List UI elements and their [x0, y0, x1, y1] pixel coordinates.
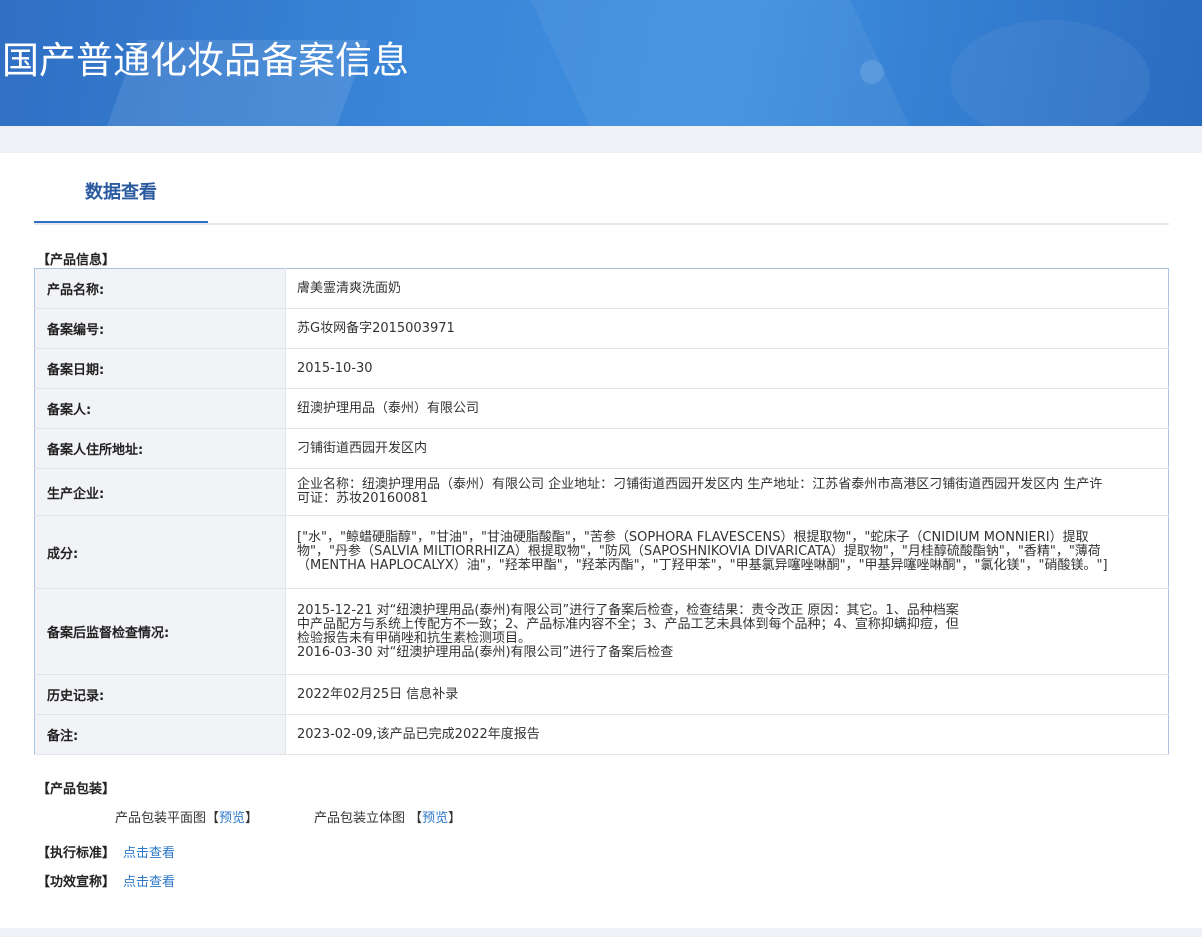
table-row: 备案人: 纽澳护理用品（泰州）有限公司 — [34, 388, 1169, 429]
packaging-flat-preview-link[interactable]: 预览 — [219, 811, 245, 826]
bracket: 】 — [245, 811, 259, 826]
product-info-table: 产品名称: 膚美霊清爽洗面奶 备案编号: 苏G妆网备字2015003971 备案… — [34, 268, 1169, 755]
page-title: 国产普通化妆品备案信息 — [2, 39, 409, 82]
row-key: 备注: — [34, 714, 286, 755]
packaging-flat-label: 产品包装平面图【 — [115, 811, 220, 826]
standard-row: 【执行标准】 点击查看 — [37, 842, 175, 861]
row-key: 备案后监督检查情况: — [34, 588, 286, 675]
packaging-title: 【产品包装】 — [37, 782, 116, 797]
row-value: 2023-02-09,该产品已完成2022年度报告 — [285, 714, 1169, 755]
row-key: 备案编号: — [34, 308, 286, 349]
tab-bar: 数据查看 — [34, 153, 1169, 225]
product-info-title: 【产品信息】 — [37, 253, 116, 268]
row-value: 纽澳护理用品（泰州）有限公司 — [285, 388, 1169, 429]
table-row: 备案日期: 2015-10-30 — [34, 348, 1169, 389]
packaging-solid: 产品包装立体图 【预览】 — [314, 807, 461, 826]
claims-label: 【功效宣称】 — [37, 875, 116, 890]
table-row: 产品名称: 膚美霊清爽洗面奶 — [34, 268, 1169, 309]
standard-view-link[interactable]: 点击查看 — [123, 846, 175, 861]
row-key: 历史记录: — [34, 674, 286, 715]
table-row: 生产企业: 企业名称：纽澳护理用品（泰州）有限公司 企业地址：刁铺街道西园开发区… — [34, 468, 1169, 516]
row-value: 2015-10-30 — [285, 348, 1169, 389]
row-key: 生产企业: — [34, 468, 286, 516]
inspection-line: 检验报告未有甲硝唑和抗生素检测项目。 — [297, 630, 532, 646]
row-key: 备案人: — [34, 388, 286, 429]
claims-view-link[interactable]: 点击查看 — [123, 875, 175, 890]
tab-data-view[interactable]: 数据查看 — [34, 153, 208, 223]
banner-decoration — [530, 0, 910, 126]
standard-label: 【执行标准】 — [37, 846, 116, 861]
row-value: 2015-12-21 对“纽澳护理用品(泰州)有限公司”进行了备案后检查，检查结… — [285, 588, 1169, 675]
packaging-solid-preview-link[interactable]: 预览 — [422, 811, 448, 826]
row-value: 苏G妆网备字2015003971 — [285, 308, 1169, 349]
inspection-line: 中产品配方与系统上传配方不一致；2、产品标准内容不全；3、产品工艺未具体到每个品… — [297, 616, 959, 632]
table-row: 备案编号: 苏G妆网备字2015003971 — [34, 308, 1169, 349]
table-row: 备案后监督检查情况: 2015-12-21 对“纽澳护理用品(泰州)有限公司”进… — [34, 588, 1169, 675]
row-key: 成分: — [34, 515, 286, 589]
inspection-line: 2016-03-30 对“纽澳护理用品(泰州)有限公司”进行了备案后检查 — [297, 644, 674, 660]
row-value: 2022年02月25日 信息补录 — [285, 674, 1169, 715]
row-key: 产品名称: — [34, 268, 286, 309]
content-panel: 数据查看 【产品信息】 产品名称: 膚美霊清爽洗面奶 备案编号: 苏G妆网备字2… — [0, 153, 1202, 928]
row-key: 备案人住所地址: — [34, 428, 286, 469]
claims-row: 【功效宣称】 点击查看 — [37, 871, 175, 890]
row-key: 备案日期: — [34, 348, 286, 389]
table-row: 成分: ["水"，"鲸蜡硬脂醇"，"甘油"，"甘油硬脂酸酯"，"苦参（SOPHO… — [34, 515, 1169, 589]
row-value: ["水"，"鲸蜡硬脂醇"，"甘油"，"甘油硬脂酸酯"，"苦参（SOPHORA F… — [285, 515, 1169, 589]
table-row: 备案人住所地址: 刁铺街道西园开发区内 — [34, 428, 1169, 469]
inspection-line: 2015-12-21 对“纽澳护理用品(泰州)有限公司”进行了备案后检查，检查结… — [297, 602, 959, 618]
row-value: 企业名称：纽澳护理用品（泰州）有限公司 企业地址：刁铺街道西园开发区内 生产地址… — [285, 468, 1169, 516]
table-row: 备注: 2023-02-09,该产品已完成2022年度报告 — [34, 714, 1169, 755]
packaging-flat: 产品包装平面图【预览】 — [115, 807, 258, 826]
bracket: 】 — [448, 811, 462, 826]
banner-decoration — [860, 60, 884, 84]
row-value: 刁铺街道西园开发区内 — [285, 428, 1169, 469]
banner-decoration — [950, 20, 1150, 126]
header-banner: 国产普通化妆品备案信息 — [0, 0, 1202, 126]
row-value: 膚美霊清爽洗面奶 — [285, 268, 1169, 309]
packaging-solid-label: 产品包装立体图 【 — [314, 811, 423, 826]
table-row: 历史记录: 2022年02月25日 信息补录 — [34, 674, 1169, 715]
